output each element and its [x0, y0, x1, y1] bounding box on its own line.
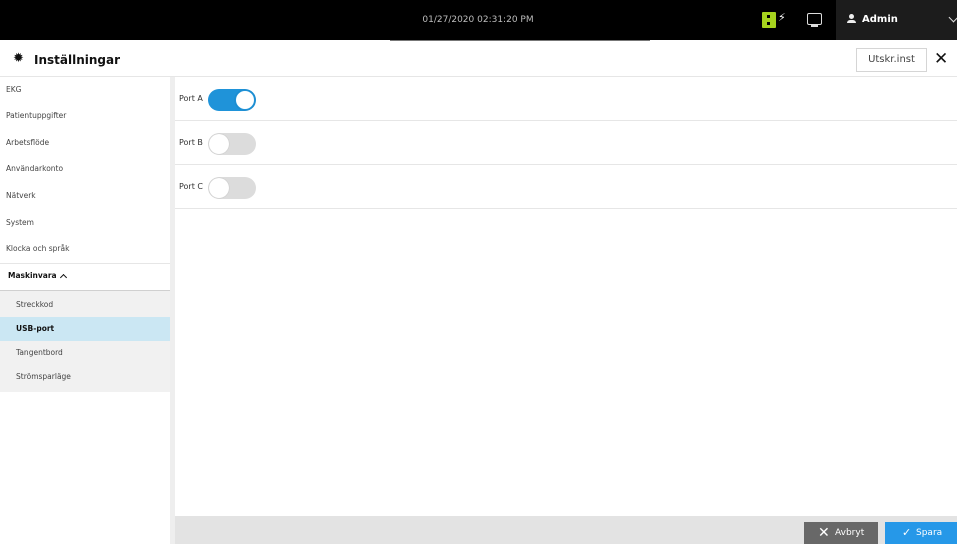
cancel-button[interactable]: ✕ Avbryt — [804, 522, 878, 544]
port-a-toggle[interactable] — [208, 89, 256, 111]
save-button[interactable]: ✓ Spara — [885, 522, 957, 544]
sidebar-item-label: Strömsparläge — [16, 372, 71, 381]
sidebar-item-label: Användarkonto — [6, 164, 64, 173]
port-label: Port A — [179, 94, 203, 103]
sidebar-item-stromsparlage[interactable]: Strömsparläge — [0, 365, 170, 389]
sidebar-item-usb-port[interactable]: USB-port — [0, 317, 170, 341]
sidebar-item-arbetsflode[interactable]: Arbetsflöde — [0, 130, 170, 156]
sidebar-item-anvandarkonto[interactable]: Användarkonto — [0, 156, 170, 182]
close-icon: ✕ — [818, 525, 830, 541]
user-icon — [846, 12, 856, 24]
port-label: Port B — [179, 138, 203, 147]
battery-icon — [762, 12, 776, 28]
sidebar-item-label: Streckkod — [16, 300, 54, 309]
sidebar-item-patientuppgifter[interactable]: Patientuppgifter — [0, 103, 170, 129]
user-name: Admin — [862, 14, 898, 25]
port-row-c: Port C — [175, 165, 957, 209]
close-icon[interactable]: ✕ — [934, 48, 948, 70]
footer-bar: ✕ Avbryt ✓ Spara — [175, 516, 957, 544]
chevron-up-icon — [59, 273, 68, 282]
sidebar-item-label: Arbetsflöde — [6, 138, 50, 147]
sidebar-item-label: Patientuppgifter — [6, 111, 67, 120]
toggle-knob — [209, 134, 229, 154]
gear-icon: ✹ — [13, 51, 24, 66]
sidebar-subitems: Streckkod USB-port Tangentbord Strömspar… — [0, 291, 170, 392]
sidebar-group-label: Maskinvara — [8, 271, 57, 280]
user-menu[interactable]: Admin — [836, 0, 957, 40]
sidebar-item-ekg[interactable]: EKG — [0, 77, 170, 103]
sidebar-item-natverk[interactable]: Nätverk — [0, 183, 170, 209]
check-icon: ✓ — [902, 526, 912, 539]
sidebar-item-label: Nätverk — [6, 191, 36, 200]
port-row-a: Port A — [175, 77, 957, 121]
port-c-toggle[interactable] — [208, 177, 256, 199]
sidebar-item-label: System — [6, 218, 34, 227]
page-title: Inställningar — [34, 53, 121, 67]
usb-port-settings: Port A Port B Port C — [175, 77, 957, 516]
sidebar-item-streckkod[interactable]: Streckkod — [0, 293, 170, 317]
port-label: Port C — [179, 182, 203, 191]
sidebar-item-label: Tangentbord — [16, 348, 63, 357]
sidebar-item-tangentbord[interactable]: Tangentbord — [0, 341, 170, 365]
sidebar-item-label: USB-port — [16, 324, 55, 333]
bolt-icon: ⚡ — [778, 11, 786, 24]
port-b-toggle[interactable] — [208, 133, 256, 155]
datetime-display: 01/27/2020 02:31:20 PM — [422, 15, 534, 25]
sidebar-group-maskinvara[interactable]: Maskinvara — [0, 263, 170, 292]
sidebar: EKG Patientuppgifter Arbetsflöde Använda… — [0, 77, 170, 544]
port-row-b: Port B — [175, 121, 957, 165]
toggle-knob — [209, 178, 229, 198]
datetime-underline — [390, 40, 650, 41]
cancel-label: Avbryt — [835, 528, 865, 538]
sidebar-item-label: EKG — [6, 85, 22, 94]
monitor-icon[interactable] — [807, 13, 822, 27]
chevron-down-icon — [948, 12, 957, 23]
top-status-bar: 01/27/2020 02:31:20 PM ⚡ Admin — [0, 0, 957, 41]
save-label: Spara — [916, 528, 943, 538]
toggle-knob — [235, 90, 255, 110]
sidebar-item-klocka-och-sprak[interactable]: Klocka och språk — [0, 236, 170, 262]
sidebar-item-label: Klocka och språk — [6, 244, 70, 253]
page-header: ✹ Inställningar Utskr.inst ✕ — [0, 44, 957, 77]
print-settings-button[interactable]: Utskr.inst — [856, 48, 927, 72]
sidebar-item-system[interactable]: System — [0, 210, 170, 236]
